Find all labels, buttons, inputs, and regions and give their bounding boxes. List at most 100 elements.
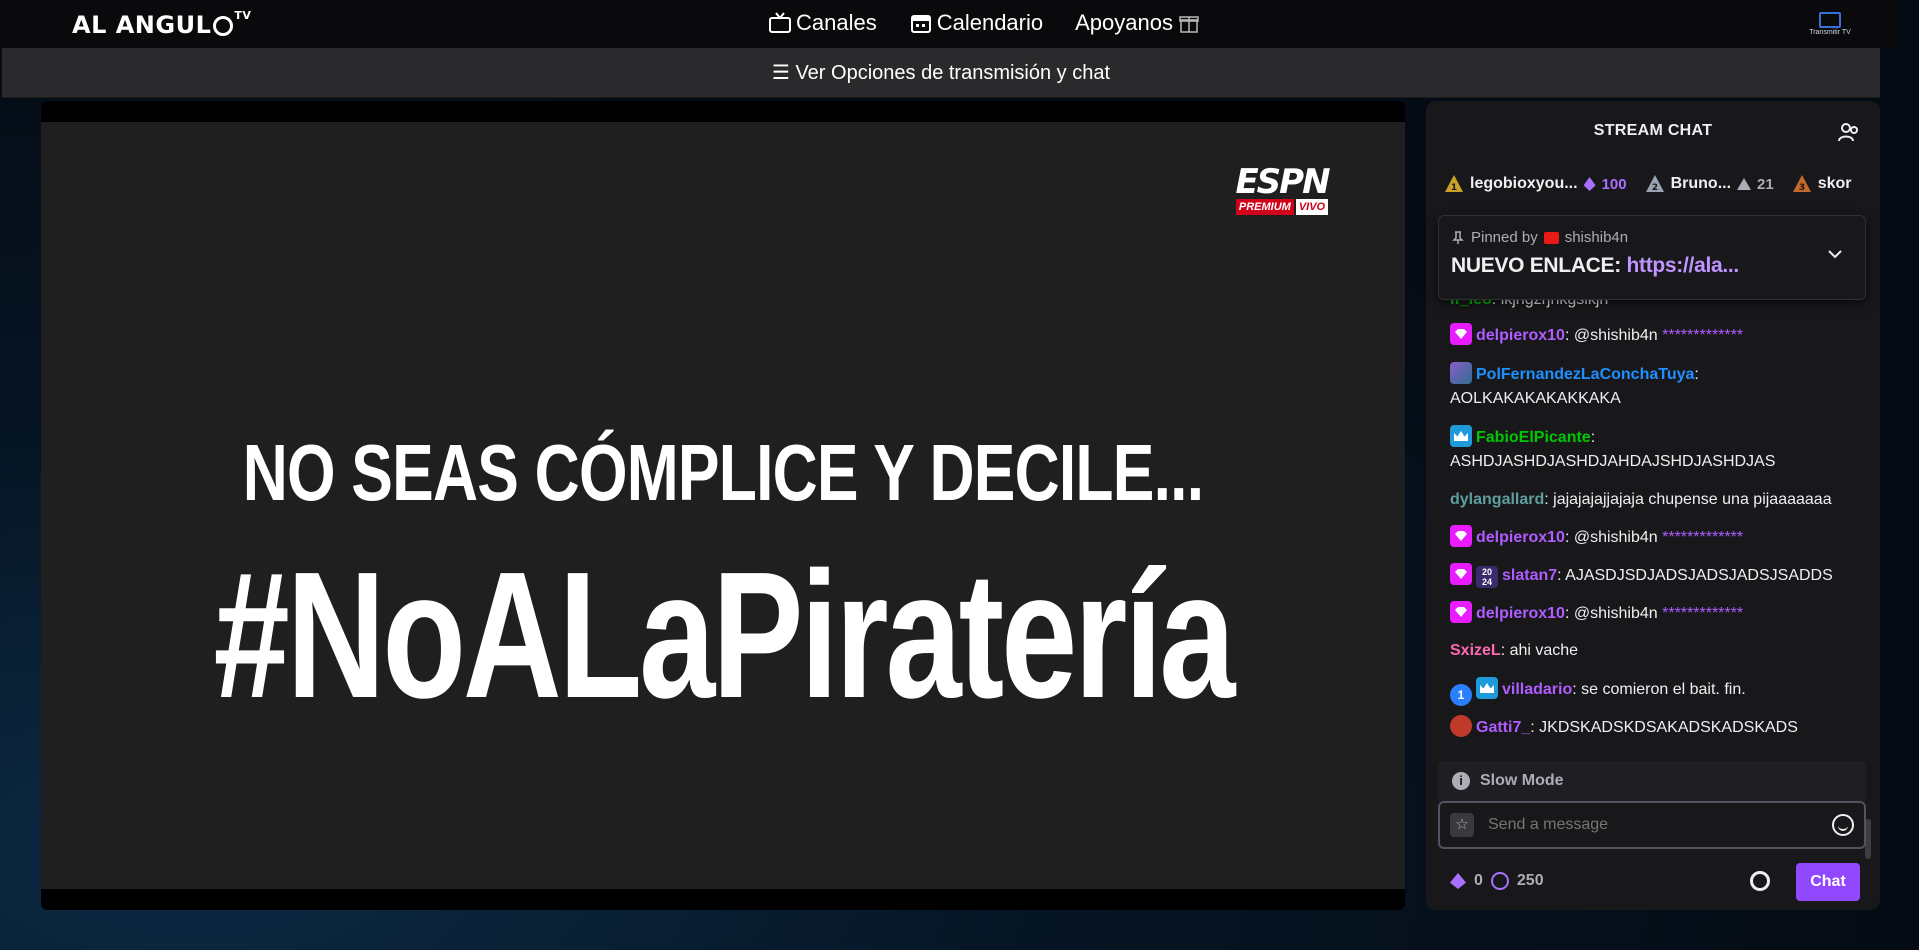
nav-label: Apoyanos	[1075, 10, 1173, 35]
cast-icon	[1819, 12, 1841, 28]
leaderboard-name: legobioxyou...	[1470, 175, 1578, 192]
rank-number: 1	[1451, 183, 1457, 193]
chat-text: : jajajajajjajaja chupense una pijaaaaaa…	[1544, 491, 1832, 508]
chat-text: : ahi vache	[1500, 642, 1579, 659]
chat-message: delpierox10: @shishib4n *************	[1450, 525, 1860, 550]
chat-text: : AJASDJSDJADSJADSJADSJSADDS	[1557, 567, 1833, 584]
slow-mode-banner: i Slow Mode	[1438, 761, 1866, 801]
channel-points[interactable]: 0 250	[1450, 872, 1544, 890]
rank-number: 3	[1799, 183, 1805, 193]
leaderboard-points: 21	[1757, 175, 1774, 193]
gem-badge-icon	[1450, 525, 1472, 547]
gem-badge-icon	[1450, 323, 1472, 345]
chat-text: : @shishib4n	[1564, 529, 1663, 546]
calendar-icon	[909, 12, 933, 34]
cast-tv-button[interactable]: Transmitir TV	[1806, 12, 1854, 36]
timer-value: 250	[1516, 872, 1544, 889]
pinned-prefix: NUEVO ENLACE:	[1451, 254, 1627, 277]
sub-months-badge-icon: 1	[1450, 684, 1472, 706]
star-icon[interactable]: ☆	[1450, 813, 1474, 837]
chat-text: : se comieron el bait. fin.	[1572, 681, 1746, 698]
espn-brand: ESPN	[1235, 162, 1330, 202]
video-player[interactable]: ESPN PREMIUM VIVO NO SEAS CÓMPLICE Y DEC…	[41, 101, 1405, 910]
emoji-icon[interactable]	[1832, 814, 1854, 836]
nav-calendario[interactable]: Calendario	[909, 10, 1043, 36]
site-logo[interactable]: AL ANGUL TV	[72, 8, 252, 40]
rank-silver-icon: 2	[1645, 175, 1664, 193]
pinned-message[interactable]: Pinned by shishib4n NUEVO ENLACE: https:…	[1438, 215, 1866, 300]
chevron-down-icon[interactable]	[1827, 246, 1843, 262]
leaderboard-item[interactable]: 2 Bruno... 21	[1645, 174, 1774, 194]
community-icon[interactable]	[1838, 121, 1860, 143]
chat-username[interactable]: delpierox10	[1476, 327, 1565, 344]
nav-apoyanos[interactable]: Apoyanos	[1075, 10, 1201, 36]
chat-username[interactable]: dylangallard	[1450, 491, 1544, 508]
top-navbar: AL ANGUL TV Canales Calendario Apoyanos …	[0, 0, 1900, 48]
chat-text: : @shishib4n	[1564, 605, 1663, 622]
rank-number: 2	[1651, 183, 1657, 193]
broadcaster-icon	[1543, 231, 1559, 244]
chat-title: STREAM CHAT	[1593, 122, 1713, 139]
crown-badge-icon	[1476, 677, 1498, 699]
logo-text: AL ANGUL	[72, 11, 212, 39]
main-nav: Canales Calendario Apoyanos	[768, 10, 1201, 36]
tv-icon	[768, 12, 792, 34]
chat-username[interactable]: PolFernandezLaConchaTuya	[1476, 366, 1694, 383]
chat-text-line2: AOLKAKAKAKAKKAKA	[1450, 390, 1621, 407]
year-badge-icon: 20 24	[1476, 566, 1498, 588]
chat-message: SxizeL: ahi vache	[1450, 639, 1860, 663]
crown-badge-icon	[1450, 425, 1472, 447]
timer-icon	[1490, 872, 1509, 890]
pinned-by-label: Pinned by	[1471, 229, 1538, 246]
chat-username[interactable]: delpierox10	[1476, 529, 1565, 546]
chat-header: STREAM CHAT	[1426, 101, 1880, 161]
info-icon: i	[1452, 772, 1470, 790]
nav-canales[interactable]: Canales	[768, 10, 877, 36]
leaderboard-item[interactable]: 1 legobioxyou... 100	[1444, 174, 1627, 194]
stream-chat: STREAM CHAT 1 legobioxyou... 100 2 Bruno…	[1426, 101, 1880, 910]
leaderboard-name: skor	[1817, 175, 1852, 192]
channel-points-value: 0	[1474, 872, 1483, 889]
chat-username[interactable]: SxizeL	[1450, 642, 1501, 659]
nav-label: Calendario	[936, 10, 1044, 35]
chat-text: : @shishib4n	[1564, 327, 1663, 344]
chat-username[interactable]: FabioElPicante	[1476, 429, 1591, 446]
rank-bronze-icon: 3	[1792, 175, 1811, 193]
leaderboard-item[interactable]: 3 skor	[1792, 174, 1852, 194]
settings-gear-icon[interactable]	[1750, 871, 1770, 891]
options-label: ☰ Ver Opciones de transmisión y chat	[771, 62, 1111, 84]
chat-footer: 0 250 Chat	[1450, 863, 1860, 901]
chat-username[interactable]: Gatti7_	[1476, 719, 1530, 736]
chat-text: : JKDSKADSKDSAKADSKADSKADS	[1530, 719, 1798, 736]
heart-badge-icon	[1450, 715, 1472, 737]
chat-message: PolFernandezLaConchaTuya: AOLKAKAKAKAKKA…	[1450, 362, 1860, 411]
chat-message: dylangallard: jajajajajjajaja chupense u…	[1450, 488, 1860, 512]
chat-input[interactable]	[1488, 816, 1832, 834]
espn-vivo: VIVO	[1295, 199, 1329, 215]
logo-sup: TV	[234, 8, 252, 22]
gem-icon	[1583, 177, 1596, 191]
avatar-badge-icon	[1450, 362, 1472, 384]
leaderboard-points: 100	[1601, 175, 1627, 193]
slow-mode-label: Slow Mode	[1480, 772, 1564, 789]
chat-masked: *************	[1662, 327, 1744, 344]
chat-message: delpierox10: @shishib4n *************	[1450, 323, 1860, 348]
chat-text-line2: ASHDJASHDJASHDJAHDAJSHDJASHDJAS	[1450, 453, 1776, 470]
cast-label: Transmitir TV	[1809, 29, 1851, 36]
stream-options-toggle[interactable]: ☰ Ver Opciones de transmisión y chat	[2, 48, 1880, 98]
video-headline: NO SEAS CÓMPLICE Y DECILE...	[242, 428, 1204, 517]
chat-message: delpierox10: @shishib4n *************	[1450, 601, 1860, 626]
chat-message: Gatti7_: JKDSKADSKDSAKADSKADSKADS	[1450, 715, 1860, 740]
chat-username[interactable]: slatan7	[1502, 567, 1557, 584]
chat-text: :	[1694, 366, 1699, 383]
video-hashtag: #NoALaPiratería	[213, 535, 1236, 736]
send-chat-button[interactable]: Chat	[1796, 863, 1860, 901]
soccer-ball-icon	[213, 16, 234, 36]
chat-text: :	[1590, 429, 1596, 446]
pinned-link[interactable]: https://ala...	[1626, 254, 1739, 277]
pin-icon	[1452, 230, 1464, 244]
chat-username[interactable]: delpierox10	[1476, 605, 1565, 622]
chat-username[interactable]: villadario	[1502, 681, 1572, 698]
gift-icon	[1177, 12, 1201, 34]
espn-logo: ESPN PREMIUM VIVO	[1231, 162, 1333, 215]
